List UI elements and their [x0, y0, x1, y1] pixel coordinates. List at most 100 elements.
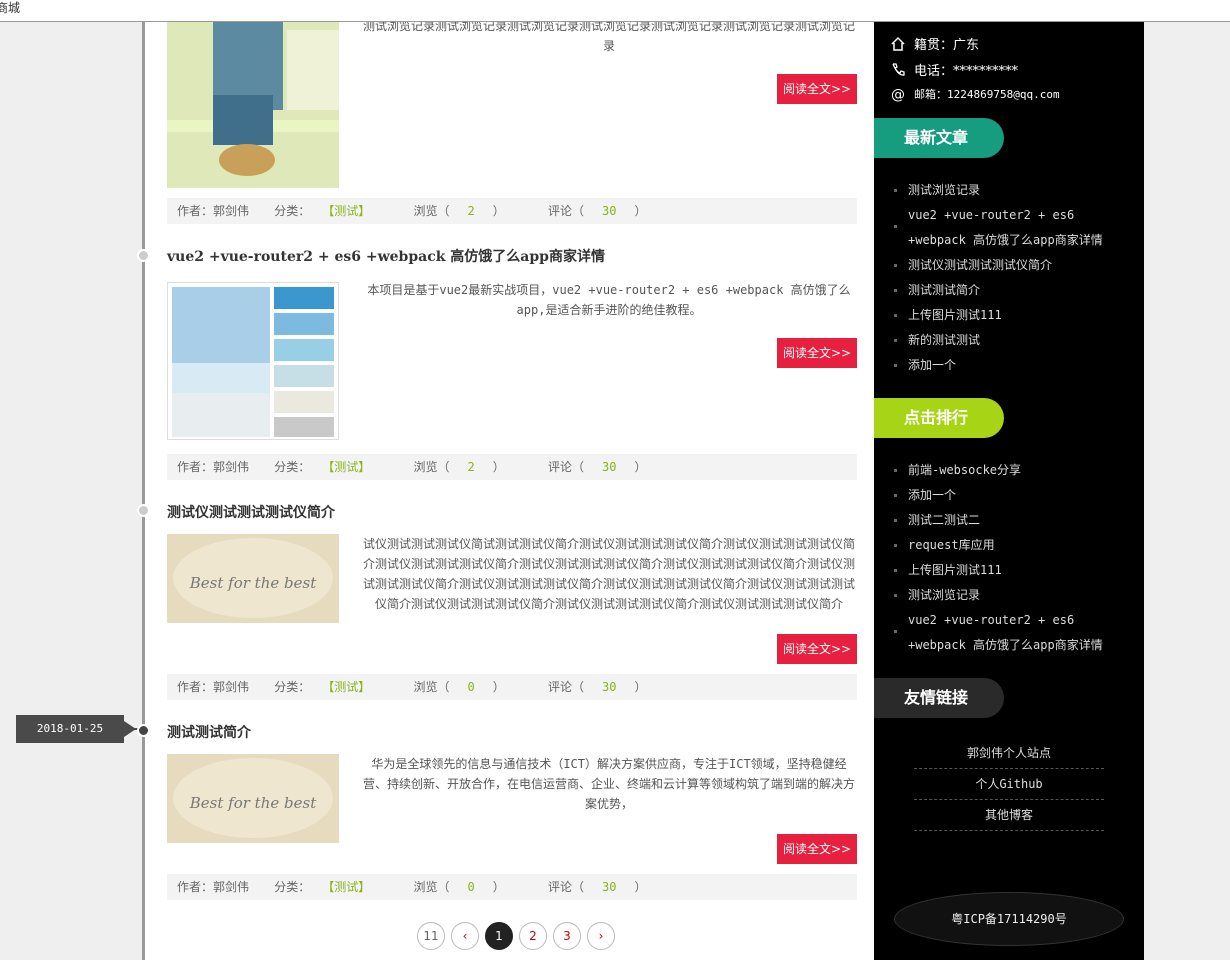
article-excerpt: 华为是全球领先的信息与通信技术（ICT）解决方案供应商，专注于ICT领域，坚持稳…	[362, 757, 855, 811]
article-item: 测试测试简介 Best for the best 华为是全球领先的信息与通信技术…	[167, 722, 857, 900]
article-title[interactable]: vue2 +vue-router2 + es6 +webpack 高仿饿了么ap…	[167, 246, 857, 266]
friend-link[interactable]: 个人Github	[914, 769, 1104, 800]
latest-articles-heading: 最新文章	[874, 118, 1004, 158]
article-thumbnail[interactable]	[167, 0, 339, 188]
meta-comments-count: 30	[602, 204, 617, 218]
read-more-button[interactable]: 阅读全文>>	[777, 338, 857, 368]
category-link[interactable]: 【测试】	[328, 460, 370, 474]
image-caption: Best for the best	[189, 574, 317, 592]
meta-views-close: ）	[492, 460, 505, 474]
meta-category-label: 分类：	[274, 460, 311, 474]
friend-link[interactable]: 郭剑伟个人站点	[914, 738, 1104, 769]
article-thumbnail-image	[167, 0, 339, 188]
friend-links-heading: 友情链接	[874, 678, 1004, 718]
article-title[interactable]: 测试仪测试测试测试仪简介	[167, 502, 857, 522]
friend-link[interactable]: 其他博客	[914, 800, 1104, 831]
page-total[interactable]: 11	[417, 922, 445, 950]
next-page-button[interactable]: ›	[587, 922, 615, 950]
read-more-button[interactable]: 阅读全文>>	[777, 634, 857, 664]
read-more-button[interactable]: 阅读全文>>	[777, 74, 857, 104]
meta-comments-count: 30	[602, 880, 617, 894]
email-text: 邮箱：1224869758@qq.com	[914, 88, 1060, 101]
page-2[interactable]: 2	[519, 922, 547, 950]
article-list: 测试浏览记录测试浏览记录测试浏览记录测试浏览记录测试浏览记录测试浏览记录测试浏览…	[137, 0, 874, 960]
home-icon	[891, 36, 905, 51]
meta-author: 作者：郭剑伟	[177, 460, 250, 474]
meta-comments-close: ）	[634, 680, 647, 694]
list-item[interactable]: 上传图片测试111	[892, 303, 1132, 328]
meta-comments-count: 30	[602, 680, 617, 694]
meta-comments: 评论（ 30 ）	[548, 204, 664, 218]
list-item[interactable]: 测试测试简介	[892, 278, 1132, 303]
image-caption: Best for the best	[189, 794, 317, 812]
meta-comments: 评论（ 30 ）	[548, 460, 664, 474]
info-email: @ 邮箱：1224869758@qq.com	[890, 86, 1060, 102]
article-thumbnail[interactable]: Best for the best	[167, 754, 339, 843]
meta-comments-label: 评论（	[548, 460, 585, 474]
meta-views-label: 浏览（	[413, 680, 450, 694]
meta-comments-close: ）	[634, 460, 647, 474]
at-icon: @	[891, 87, 905, 102]
list-item[interactable]: vue2 +vue-router2 + es6 +webpack 高仿饿了么ap…	[892, 203, 1132, 253]
list-item[interactable]: 添加一个	[892, 483, 1132, 508]
meta-views-close: ）	[492, 204, 505, 218]
meta-views-count: 0	[467, 680, 475, 694]
category-link[interactable]: 【测试】	[328, 680, 370, 694]
category-link[interactable]: 【测试】	[328, 204, 370, 218]
list-item[interactable]: vue2 +vue-router2 + es6 +webpack 高仿饿了么ap…	[892, 608, 1132, 658]
article-item: 测试仪测试测试测试仪简介 Best for the best 试仪测试测试测试仪…	[167, 502, 857, 700]
meta-views: 浏览（ 0 ）	[414, 880, 523, 894]
article-excerpt: 试仪测试测试测试仪简试测试测试仪简介测试仪测试测试测试仪简介测试仪测试测试测试仪…	[362, 537, 855, 611]
article-item: vue2 +vue-router2 + es6 +webpack 高仿饿了么ap…	[167, 246, 857, 480]
meta-views-label: 浏览（	[413, 880, 450, 894]
sidebar: 籍贯：广东 电话：********** @ 邮箱：1224869758@qq.c…	[874, 0, 1144, 960]
article-title[interactable]: 测试测试简介	[167, 722, 857, 742]
meta-category-label: 分类：	[274, 204, 311, 218]
meta-category-label: 分类：	[274, 680, 311, 694]
article-meta: 作者：郭剑伟 分类： 【测试】 浏览（ 0 ） 评论（ 30 ）	[167, 874, 857, 900]
article-thumbnail[interactable]	[167, 282, 339, 440]
meta-views-close: ）	[492, 880, 505, 894]
friend-links-list: 郭剑伟个人站点 个人Github 其他博客	[914, 738, 1104, 831]
click-rank-list: 前端-websocke分享 添加一个 测试二测试二 request库应用 上传图…	[892, 458, 1132, 658]
list-item[interactable]: 测试仪测试测试测试仪简介	[892, 253, 1132, 278]
meta-views-close: ）	[492, 680, 505, 694]
timeline-dot	[137, 504, 150, 517]
meta-views: 浏览（ 2 ）	[414, 204, 523, 218]
prev-page-button[interactable]: ‹	[451, 922, 479, 950]
meta-category: 分类： 【测试】	[274, 880, 388, 894]
read-more-button[interactable]: 阅读全文>>	[777, 834, 857, 864]
article-meta: 作者：郭剑伟 分类： 【测试】 浏览（ 0 ） 评论（ 30 ）	[167, 674, 857, 700]
meta-views-label: 浏览（	[413, 460, 450, 474]
info-hometown: 籍贯：广东	[890, 34, 979, 53]
article-meta: 作者：郭剑伟 分类： 【测试】 浏览（ 2 ） 评论（ 30 ）	[167, 198, 857, 224]
phone-text: 电话：**********	[914, 64, 1019, 79]
meta-views-count: 2	[467, 204, 475, 218]
icp-badge[interactable]: 粤ICP备17114290号	[894, 892, 1124, 946]
article-excerpt: 本项目是基于vue2最新实战项目，vue2 +vue-router2 + es6…	[367, 283, 851, 317]
meta-author: 作者：郭剑伟	[177, 204, 250, 218]
article-excerpt: 测试浏览记录测试浏览记录测试浏览记录测试浏览记录测试浏览记录测试浏览记录测试浏览…	[362, 19, 855, 53]
list-item[interactable]: 测试二测试二	[892, 508, 1132, 533]
svg-text:@: @	[891, 87, 905, 102]
list-item[interactable]: 测试浏览记录	[892, 178, 1132, 203]
list-item[interactable]: 添加一个	[892, 353, 1132, 378]
article-meta: 作者：郭剑伟 分类： 【测试】 浏览（ 2 ） 评论（ 30 ）	[167, 454, 857, 480]
latest-articles-list: 测试浏览记录 vue2 +vue-router2 + es6 +webpack …	[892, 178, 1132, 378]
window-title-bar: 商城	[0, 0, 1230, 22]
list-item[interactable]: 前端-websocke分享	[892, 458, 1132, 483]
category-link[interactable]: 【测试】	[328, 880, 370, 894]
meta-category-label: 分类：	[274, 880, 311, 894]
list-item[interactable]: 测试浏览记录	[892, 583, 1132, 608]
meta-comments-label: 评论（	[548, 880, 585, 894]
page-3[interactable]: 3	[553, 922, 581, 950]
list-item[interactable]: 新的测试测试	[892, 328, 1132, 353]
list-item[interactable]: request库应用	[892, 533, 1132, 558]
article-thumbnail[interactable]: Best for the best	[167, 534, 339, 623]
meta-views-label: 浏览（	[413, 204, 450, 218]
meta-category: 分类： 【测试】	[274, 460, 388, 474]
page-1[interactable]: 1	[485, 922, 513, 950]
click-rank-heading: 点击排行	[874, 398, 1004, 438]
meta-comments-count: 30	[602, 460, 617, 474]
list-item[interactable]: 上传图片测试111	[892, 558, 1132, 583]
